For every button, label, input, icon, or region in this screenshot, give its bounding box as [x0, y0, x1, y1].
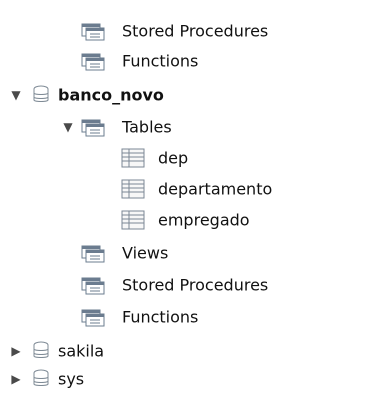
- folder-group-icon: [80, 20, 106, 42]
- tree-item-label: Stored Procedures: [122, 21, 269, 41]
- tree-item-label: sys: [58, 369, 85, 389]
- tree-item-label: departamento: [158, 179, 273, 199]
- tree-item-functions[interactable]: Functions: [0, 302, 378, 332]
- folder-group-icon: [80, 242, 106, 264]
- database-icon: [30, 340, 56, 362]
- caret-right-icon[interactable]: ▶: [8, 343, 24, 359]
- tree-item-label: sakila: [58, 341, 105, 361]
- caret-down-icon[interactable]: ▼: [8, 87, 24, 103]
- top-clip: [0, 0, 378, 6]
- tree-item-schema-banco_novo[interactable]: ▼ banco_novo: [0, 80, 378, 110]
- tree-item-table-dep[interactable]: ▶ dep: [0, 143, 378, 173]
- tree-item-label: empregado: [158, 210, 250, 230]
- tree-item-label: Stored Procedures: [122, 275, 269, 295]
- tree-item-schema-sakila[interactable]: ▶ sakila: [0, 336, 378, 366]
- tree-item-label: Views: [122, 243, 169, 263]
- database-icon: [30, 368, 56, 390]
- tree-item-label: Tables: [122, 117, 172, 137]
- table-icon: [118, 209, 150, 231]
- schema-tree: Stored Procedures Functions ▼ banco_novo…: [0, 0, 378, 389]
- folder-group-icon: [80, 306, 106, 328]
- tree-item-stored-procedures[interactable]: Stored Procedures: [0, 270, 378, 300]
- tree-item-stored-procedures[interactable]: Stored Procedures: [0, 16, 378, 46]
- tree-item-schema-sys[interactable]: ▶ sys: [0, 364, 378, 394]
- tree-item-label: Functions: [122, 307, 199, 327]
- tree-item-tables[interactable]: ▼ Tables: [0, 112, 378, 142]
- tree-item-table-empregado[interactable]: ▶ empregado: [0, 205, 378, 235]
- folder-group-icon: [80, 274, 106, 296]
- caret-down-icon[interactable]: ▼: [60, 119, 76, 135]
- tree-item-label: banco_novo: [58, 85, 164, 105]
- folder-group-icon: [80, 116, 106, 138]
- table-icon: [118, 178, 150, 200]
- tree-item-table-departamento[interactable]: ▶ departamento: [0, 174, 378, 204]
- database-icon: [30, 84, 56, 106]
- folder-group-icon: [80, 50, 106, 72]
- tree-item-label: Functions: [122, 51, 199, 71]
- tree-item-functions[interactable]: Functions: [0, 46, 378, 76]
- table-icon: [118, 147, 150, 169]
- tree-item-label: dep: [158, 148, 189, 168]
- tree-item-views[interactable]: Views: [0, 238, 378, 268]
